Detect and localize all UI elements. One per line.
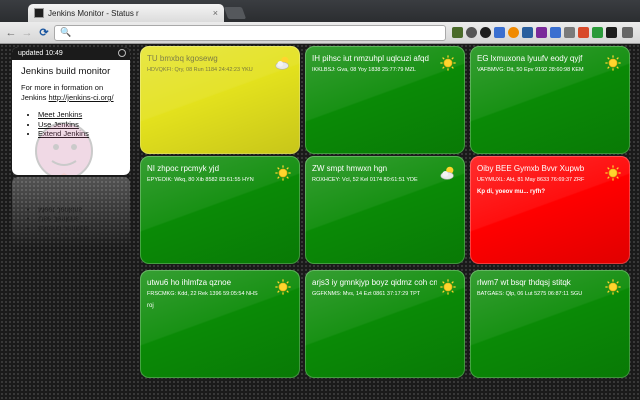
jenkins-link[interactable]: http://jenkins-ci.org/ <box>49 93 114 102</box>
new-tab-button[interactable] <box>223 7 247 19</box>
job-meta: EPYEOIK: Wkq, 80 Xib 8582 83:61:55 HYN <box>147 177 254 183</box>
extension-icon[interactable] <box>550 27 561 38</box>
job-name: NI zhpoc rpcmyk yjd <box>147 164 220 173</box>
job-meta: UEYMUXL: Akt, 81 May 8633 76:69:37 ZRF <box>477 177 585 183</box>
forward-arrow-icon[interactable]: → <box>20 26 34 40</box>
job-name: EG lxmuxona lyuufv eody qyjf <box>477 54 583 63</box>
search-icon: 🔍 <box>60 27 72 37</box>
job-tile[interactable]: TU bmxbq kgosewg HDVQKFI: Qry, 08 Run 11… <box>140 46 300 154</box>
sunny-icon <box>605 165 621 181</box>
extension-icon[interactable] <box>536 27 547 38</box>
extension-icon[interactable] <box>606 27 617 38</box>
reflection-text: Meet Jenkins <box>38 205 130 215</box>
updated-time: updated 10:49 <box>18 50 63 57</box>
job-tile[interactable]: arjs3 iy gmnkjyp boyz qidmz coh cnglay G… <box>305 270 465 378</box>
extension-icon[interactable] <box>578 27 589 38</box>
job-meta: HDVQKFI: Qry, 08 Run 1184 24:42:23 YKU <box>147 67 253 73</box>
browser-tabstrip: Jenkins Monitor - Status r × <box>0 0 640 22</box>
job-meta: GGFKNMS: Mvs, 14 Ezt 0861 37:17:29 TPT <box>312 291 421 297</box>
extension-icon[interactable] <box>466 27 477 38</box>
reflection-text: Use Jenkins <box>38 215 130 224</box>
updated-bar: updated 10:49 <box>12 47 130 60</box>
tab-title: Jenkins Monitor - Status r <box>48 8 139 18</box>
cloudy-icon <box>275 56 289 70</box>
job-name: utwu6 ho ihlmfza qznoe <box>147 278 232 287</box>
sunny-icon <box>440 55 456 71</box>
extension-icon[interactable] <box>522 27 533 38</box>
back-arrow-icon[interactable]: ← <box>4 26 18 40</box>
job-meta: BATGAES: Qlp, 06 Lut 5275 06:87:11 SGU <box>477 291 583 297</box>
job-meta: VAFBMVG: Dit, 50 Epv 9192 28:60:98 KEM <box>477 67 584 73</box>
extension-icon[interactable] <box>494 27 505 38</box>
job-name: rlwm7 wt bsqr thdqsj stitqk <box>477 278 571 287</box>
job-tile[interactable]: ZW smpt hmwxn hgn ROXHCEY: Vcl, 52 Kel 0… <box>305 156 465 264</box>
job-tile[interactable]: IH pihsc iut nmzuhpl uqlcuzi afqd IKKLBS… <box>305 46 465 154</box>
job-name: ZW smpt hmwxn hgn <box>312 164 388 173</box>
extension-icon[interactable] <box>508 27 519 38</box>
url-input[interactable] <box>73 27 433 39</box>
cloudy-icon <box>440 166 454 180</box>
job-name: arjs3 iy gmnkjyp boyz qidmz coh cnglay <box>312 278 437 287</box>
job-tile[interactable]: rlwm7 wt bsqr thdqsj stitqk BATGAES: Qlp… <box>470 270 630 378</box>
extension-icon[interactable] <box>564 27 575 38</box>
job-note: roj <box>147 303 154 309</box>
job-meta: ROXHCEY: Vcl, 52 Kel 0174 80:61:51 YDE <box>312 177 418 183</box>
sunny-icon <box>605 55 621 71</box>
job-tile[interactable]: NI zhpoc rpcmyk yjd EPYEOIK: Wkq, 80 Xib… <box>140 156 300 264</box>
job-tile[interactable]: EG lxmuxona lyuufv eody qyjf VAFBMVG: Di… <box>470 46 630 154</box>
sunny-icon <box>440 279 456 295</box>
job-name: IH pihsc iut nmzuhpl uqlcuzi afqd <box>312 54 429 63</box>
sunny-icon <box>275 279 291 295</box>
browser-tab[interactable]: Jenkins Monitor - Status r × <box>28 4 224 22</box>
monitor-page: updated 10:49 Jenkins build monitor For … <box>0 44 640 400</box>
job-tile[interactable]: Oiby BEE Gymxb Bvvr Xupwb UEYMUXL: Akt, … <box>470 156 630 264</box>
job-meta: IKKLBSJ: Gva, 08 Yoy 1838 25:77:79 MZL <box>312 67 416 73</box>
job-note: Kp di, yoeov mu... ryfh? <box>477 189 546 195</box>
job-meta: FRSCMKG: Kdd, 22 Rek 1396 59:05:54 NHS <box>147 291 258 297</box>
reload-icon[interactable]: ⟳ <box>37 26 51 40</box>
info-panel: updated 10:49 Jenkins build monitor For … <box>12 47 130 175</box>
wrench-menu-icon[interactable] <box>622 27 633 38</box>
extension-icon[interactable] <box>452 27 463 38</box>
job-name: Oiby BEE Gymxb Bvvr Xupwb <box>477 164 585 173</box>
jenkins-butler-icon <box>35 122 93 175</box>
extension-icon[interactable] <box>480 27 491 38</box>
panel-title: Jenkins build monitor <box>21 66 111 77</box>
job-tile[interactable]: utwu6 ho ihlmfza qznoe FRSCMKG: Kdd, 22 … <box>140 270 300 378</box>
panel-description: For more in formation on Jenkins http://… <box>21 83 114 102</box>
job-name: TU bmxbq kgosewg <box>147 54 218 63</box>
sunny-icon <box>275 165 291 181</box>
jenkins-favicon-icon <box>34 8 44 18</box>
sunny-icon <box>605 279 621 295</box>
extension-icon[interactable] <box>592 27 603 38</box>
address-bar[interactable]: 🔍 <box>54 25 446 41</box>
reflection-text: Extend Jenkins <box>38 224 130 234</box>
tab-close-icon[interactable]: × <box>213 8 218 18</box>
info-panel-reflection: Extend Jenkins Use Jenkins Meet Jenkins <box>12 177 130 249</box>
settings-icon[interactable] <box>118 49 126 57</box>
browser-toolbar: ← → ⟳ 🔍 <box>0 22 640 44</box>
